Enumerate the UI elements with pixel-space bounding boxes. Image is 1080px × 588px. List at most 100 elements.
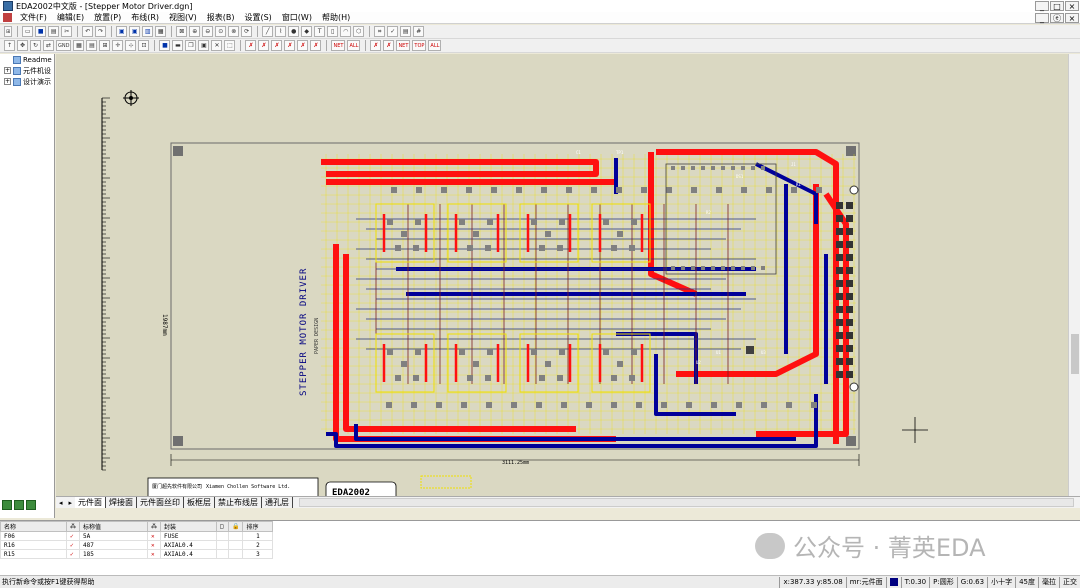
tab-component-silkscreen[interactable]: 元件面丝印 xyxy=(137,497,185,508)
snap-icon[interactable]: ⊡ xyxy=(138,40,150,51)
drc-icon[interactable]: ✓ xyxy=(387,26,399,37)
cell-value[interactable]: 487 xyxy=(79,540,148,550)
pad-icon[interactable]: ◆ xyxy=(301,26,313,37)
tree-expander[interactable]: + xyxy=(4,67,11,74)
tree-item[interactable]: + 元件机设 xyxy=(0,65,54,76)
tree-item[interactable]: Readme xyxy=(0,54,54,65)
doc-restore-button[interactable]: ⓔ xyxy=(1050,12,1064,23)
doc-close-button[interactable]: × xyxy=(1065,12,1079,23)
cell-select[interactable] xyxy=(216,540,229,550)
cell-check[interactable]: ✓ xyxy=(66,549,80,559)
cell-select[interactable] xyxy=(216,531,229,541)
refresh-icon[interactable]: ⟳ xyxy=(241,26,253,37)
move-icon[interactable]: ✥ xyxy=(17,40,28,51)
rotate-icon[interactable]: ↻ xyxy=(30,40,41,51)
fill-icon[interactable]: ▬ xyxy=(172,40,184,51)
paste-icon[interactable]: ▣ xyxy=(198,40,210,51)
zoom-fit-icon[interactable]: ⊙ xyxy=(215,26,227,37)
cell-name[interactable]: R15 xyxy=(0,549,67,559)
document-icon[interactable] xyxy=(3,13,12,22)
maximize-button[interactable]: □ xyxy=(1050,1,1064,11)
gnd-icon[interactable]: GND xyxy=(56,40,72,51)
clear-all-icon[interactable]: ALL xyxy=(428,40,442,51)
delete-via-icon[interactable]: ✗ xyxy=(271,40,283,51)
cell-lock[interactable] xyxy=(227,549,244,559)
col-value[interactable]: 标称值 xyxy=(79,521,148,532)
cell-name[interactable]: R16 xyxy=(0,540,67,550)
status-pad-shape[interactable]: P:圆形 xyxy=(929,576,957,588)
redo-icon[interactable]: ↷ xyxy=(95,26,107,37)
tab-component-side[interactable]: 元件面 xyxy=(75,497,107,508)
flip-icon[interactable]: ⇄ xyxy=(43,40,54,51)
print-icon[interactable]: ▤ xyxy=(48,26,60,37)
delete-pad-icon[interactable]: ✗ xyxy=(284,40,296,51)
zoom-area-icon[interactable]: ⊗ xyxy=(228,26,240,37)
pcb-tool-button[interactable]: ⊞ xyxy=(4,26,13,37)
text-icon[interactable]: T xyxy=(314,26,326,37)
cell-footprint[interactable]: AXIAL0.4 xyxy=(160,549,217,559)
col-lock[interactable]: 🔒 xyxy=(227,521,244,532)
scrollbar-thumb[interactable] xyxy=(1071,334,1079,374)
delete-icon[interactable]: ✕ xyxy=(211,40,223,51)
menu-report[interactable]: 报表(B) xyxy=(202,12,240,23)
arc-icon[interactable]: ◠ xyxy=(340,26,352,37)
measure-icon[interactable]: ⌗ xyxy=(374,26,386,37)
tab-through-hole[interactable]: 通孔层 xyxy=(262,497,294,508)
undo-icon[interactable]: ↶ xyxy=(82,26,94,37)
col-select[interactable]: □ xyxy=(216,521,229,532)
wire-icon[interactable]: ╱ xyxy=(262,26,274,37)
cell-order[interactable]: 3 xyxy=(242,549,274,559)
close-button[interactable]: × xyxy=(1065,1,1079,11)
menu-window[interactable]: 窗口(W) xyxy=(277,12,317,23)
layer-stack-icon[interactable]: ▤ xyxy=(86,40,98,51)
zoom-out-icon[interactable]: ⊖ xyxy=(202,26,214,37)
menu-help[interactable]: 帮助(H) xyxy=(317,12,355,23)
check-icon[interactable] xyxy=(26,500,36,510)
copy-icon[interactable]: ❐ xyxy=(185,40,197,51)
route-icon[interactable]: ⌇ xyxy=(275,26,287,37)
view-icon[interactable]: ▥ xyxy=(142,26,154,37)
unroute-all-icon[interactable]: ALL xyxy=(347,40,361,51)
doc-minimize-button[interactable]: _ xyxy=(1035,12,1049,23)
minimize-button[interactable]: _ xyxy=(1035,1,1049,11)
pcb-canvas[interactable]: 1987mm 3111.25mm C1 TP1 DS1 R1 R2 U1 U2 … xyxy=(56,54,1068,496)
tab-board-outline[interactable]: 板框层 xyxy=(184,497,216,508)
col-name[interactable]: 名称 xyxy=(0,521,67,532)
unroute-net-icon[interactable]: NET xyxy=(331,40,346,51)
clear-top-icon[interactable]: TOP xyxy=(412,40,427,51)
status-layer[interactable]: mr:元件面 xyxy=(845,576,886,588)
cell-check[interactable]: ✓ xyxy=(66,531,80,541)
col-footprint[interactable]: 封装 xyxy=(160,521,217,532)
library-icon[interactable] xyxy=(2,500,12,510)
cell-lock[interactable] xyxy=(227,531,244,541)
tree-item[interactable]: + 设计演示 xyxy=(0,76,54,87)
via-icon[interactable]: ● xyxy=(288,26,300,37)
delete-net-icon[interactable]: ✗ xyxy=(245,40,257,51)
cell-name[interactable]: F06 xyxy=(0,531,67,541)
cell-footprint[interactable]: FUSE xyxy=(160,531,217,541)
view-icon[interactable]: ▣ xyxy=(116,26,128,37)
status-angle[interactable]: 45度 xyxy=(1015,576,1038,588)
view-icon[interactable]: ▣ xyxy=(129,26,141,37)
arrow-icon[interactable]: ↑ xyxy=(4,40,15,51)
delete-track-icon[interactable]: ✗ xyxy=(258,40,270,51)
clear-net-icon[interactable]: NET xyxy=(396,40,411,51)
select-icon[interactable]: ⬚ xyxy=(224,40,236,51)
status-cursor-type[interactable]: 小十字 xyxy=(987,576,1015,588)
cell-order[interactable]: 1 xyxy=(242,531,274,541)
cell-value[interactable]: 185 xyxy=(79,549,148,559)
pcb-drawing[interactable]: 1987mm 3111.25mm C1 TP1DS1R1R2U1U2U3J1 S… xyxy=(56,54,1068,496)
menu-file[interactable]: 文件(F) xyxy=(15,12,52,23)
delete-text-icon[interactable]: ✗ xyxy=(310,40,322,51)
tab-scroll-right-button[interactable]: ▸ xyxy=(66,499,76,507)
polygon-icon[interactable]: ⬡ xyxy=(353,26,365,37)
col-check[interactable]: ⁂ xyxy=(66,521,80,532)
cell-order[interactable]: 2 xyxy=(242,540,274,550)
menu-settings[interactable]: 设置(S) xyxy=(239,12,276,23)
cut-icon[interactable]: ✂ xyxy=(61,26,73,37)
layer-icon[interactable]: ▤ xyxy=(400,26,412,37)
status-mode[interactable]: 正交 xyxy=(1059,576,1080,588)
cell-value[interactable]: 5A xyxy=(79,531,148,541)
menu-place[interactable]: 放置(P) xyxy=(89,12,126,23)
menu-edit[interactable]: 编辑(E) xyxy=(52,12,89,23)
